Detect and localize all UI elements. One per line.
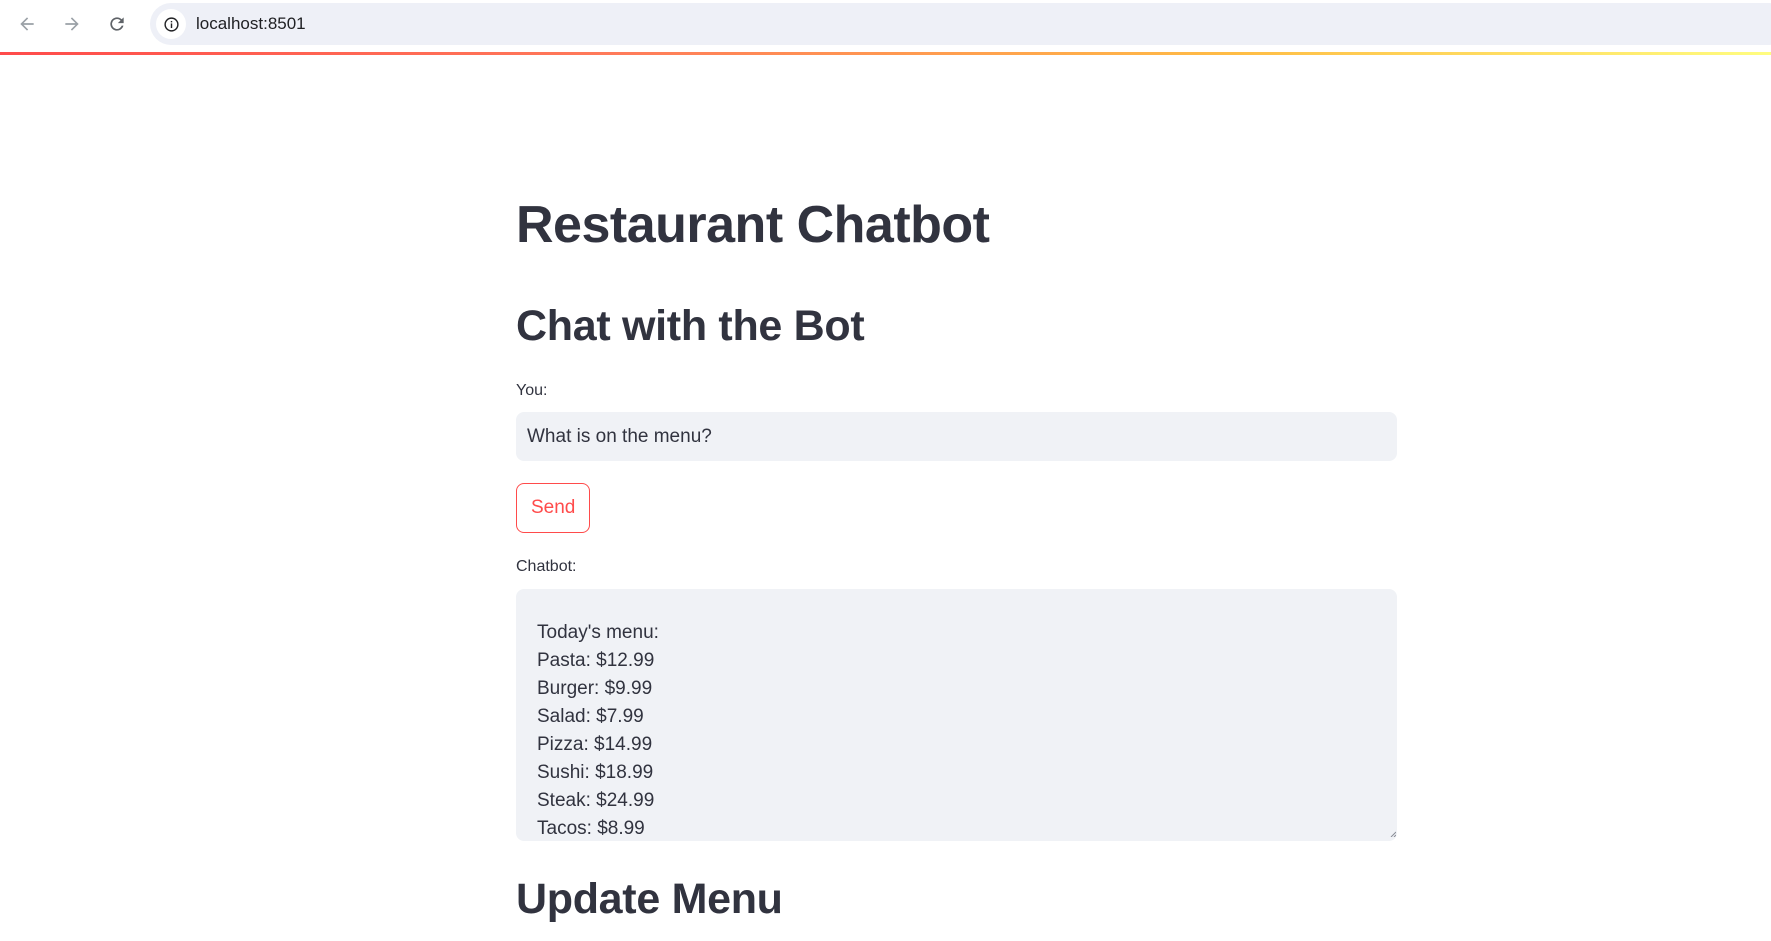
chatbot-response-area[interactable]: Today's menu: Pasta: $12.99 Burger: $9.9…	[516, 589, 1397, 841]
site-info-button[interactable]	[156, 9, 186, 39]
send-button[interactable]: Send	[516, 483, 591, 533]
arrow-right-icon	[65, 17, 79, 31]
reload-button[interactable]	[101, 8, 133, 40]
reload-icon	[110, 17, 124, 31]
chat-section-title: Chat with the Bot	[516, 302, 865, 350]
url-text[interactable]: localhost:8501	[196, 14, 306, 34]
browser-toolbar: localhost:8501	[0, 0, 1771, 49]
you-input[interactable]	[516, 412, 1397, 461]
info-icon	[163, 16, 179, 32]
header-decoration-bar	[0, 52, 1771, 55]
forward-button[interactable]	[56, 8, 88, 40]
page-title: Restaurant Chatbot	[516, 196, 990, 254]
chatbot-label: Chatbot:	[516, 558, 577, 575]
you-label: You:	[516, 382, 548, 399]
back-button[interactable]	[11, 8, 43, 40]
update-menu-section-title: Update Menu	[516, 875, 783, 923]
address-bar[interactable]: localhost:8501	[150, 3, 1771, 45]
resize-grip-icon[interactable]	[1390, 831, 1396, 837]
arrow-left-icon	[20, 17, 34, 31]
